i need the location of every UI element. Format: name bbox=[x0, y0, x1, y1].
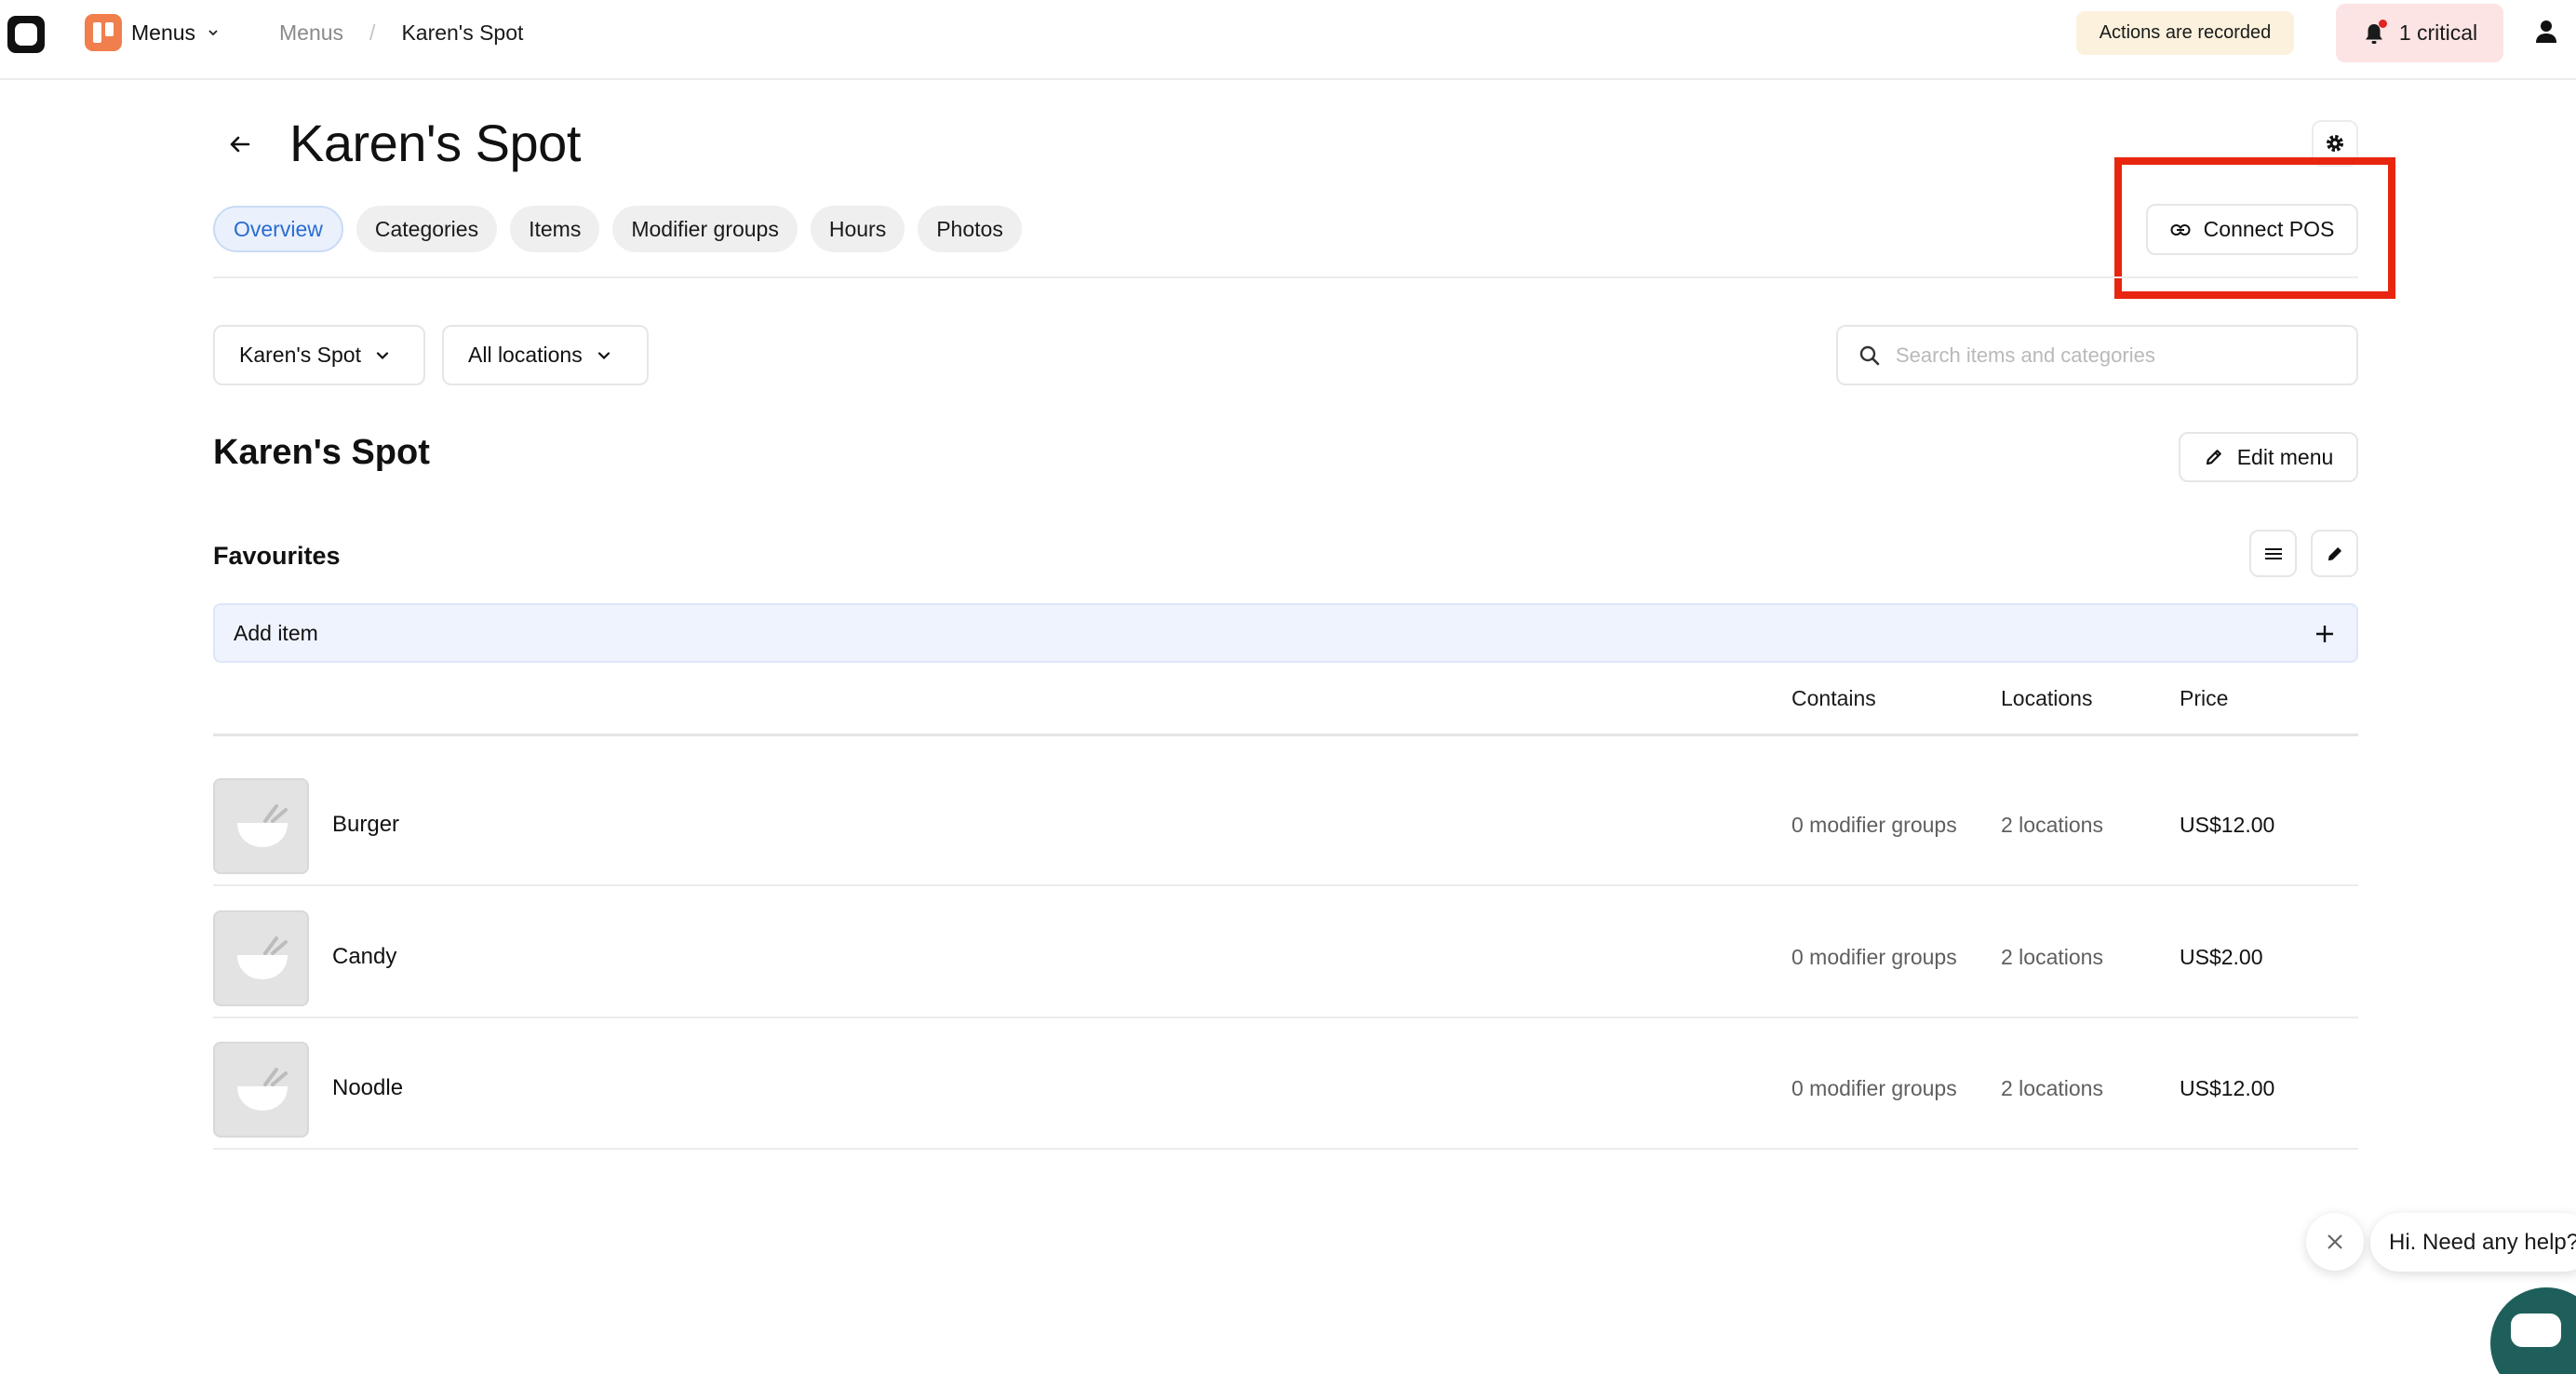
connect-pos-label: Connect POS bbox=[2203, 217, 2335, 241]
tab-hours[interactable]: Hours bbox=[810, 206, 906, 252]
search-box[interactable] bbox=[1836, 325, 2358, 385]
chat-close-button[interactable] bbox=[2306, 1213, 2364, 1271]
critical-alerts-button[interactable]: 1 critical bbox=[2336, 4, 2503, 62]
app-switcher[interactable]: Menus bbox=[131, 15, 220, 50]
column-header-locations: Locations bbox=[2001, 686, 2093, 710]
breadcrumb-menus-link[interactable]: Menus bbox=[279, 20, 343, 46]
bowl-placeholder-icon bbox=[237, 1068, 288, 1111]
item-price: US$12.00 bbox=[2180, 813, 2275, 837]
location-select[interactable]: Karen's Spot bbox=[213, 325, 425, 385]
column-header-price: Price bbox=[2180, 686, 2229, 710]
app-switcher-label: Menus bbox=[131, 20, 196, 45]
item-contains: 0 modifier groups bbox=[1791, 1076, 1957, 1100]
chat-greeting[interactable]: Hi. Need any help? bbox=[2370, 1213, 2576, 1272]
item-price: US$2.00 bbox=[2180, 945, 2263, 969]
critical-alerts-label: 1 critical bbox=[2398, 20, 2478, 45]
item-thumbnail bbox=[213, 778, 309, 874]
actions-recorded-badge: Actions are recorded bbox=[2076, 11, 2294, 55]
alert-dot bbox=[2378, 19, 2387, 28]
item-locations: 2 locations bbox=[2001, 1076, 2103, 1100]
list-icon bbox=[2264, 547, 2282, 559]
item-contains: 0 modifier groups bbox=[1791, 945, 1957, 969]
menu-title: Karen's Spot bbox=[213, 433, 430, 472]
item-contains: 0 modifier groups bbox=[1791, 813, 1957, 837]
user-icon[interactable] bbox=[2531, 17, 2561, 47]
arrow-left-icon bbox=[230, 136, 250, 153]
search-icon bbox=[1859, 345, 1880, 365]
gear-icon bbox=[2327, 135, 2343, 152]
item-name: Noodle bbox=[332, 1075, 404, 1100]
table-row[interactable]: Noodle 0 modifier groups 2 locations US$… bbox=[213, 1017, 2358, 1150]
settings-button[interactable] bbox=[2312, 120, 2358, 167]
link-icon bbox=[2170, 223, 2191, 236]
back-button[interactable] bbox=[221, 126, 259, 163]
category-title: Favourites bbox=[213, 542, 341, 570]
menus-app-icon[interactable] bbox=[85, 14, 122, 51]
chat-icon bbox=[2511, 1313, 2561, 1347]
tab-items[interactable]: Items bbox=[510, 206, 600, 252]
item-thumbnail bbox=[213, 910, 309, 1006]
breadcrumb-current: Karen's Spot bbox=[401, 20, 524, 45]
breadcrumb: Menus / Karen's Spot bbox=[279, 15, 523, 50]
pencil-icon bbox=[2206, 450, 2221, 465]
connect-pos-button[interactable]: Connect POS bbox=[2146, 204, 2358, 255]
reorder-button[interactable] bbox=[2249, 530, 2297, 577]
chevron-down-icon bbox=[376, 351, 389, 359]
item-thumbnail bbox=[213, 1042, 309, 1138]
tab-photos[interactable]: Photos bbox=[918, 206, 1022, 252]
tab-modifier-groups[interactable]: Modifier groups bbox=[612, 206, 798, 252]
bell-icon bbox=[2362, 19, 2387, 46]
page-title: Karen's Spot bbox=[289, 114, 581, 172]
item-name: Candy bbox=[332, 944, 397, 969]
item-name: Burger bbox=[332, 812, 400, 837]
table-row[interactable]: Candy 0 modifier groups 2 locations US$2… bbox=[213, 886, 2358, 1018]
bowl-placeholder-icon bbox=[237, 936, 288, 979]
edit-menu-label: Edit menu bbox=[2236, 444, 2334, 469]
search-input[interactable] bbox=[1896, 343, 2342, 368]
locations-filter-select[interactable]: All locations bbox=[442, 325, 649, 385]
top-bar: Menus Menus / Karen's Spot Actions are r… bbox=[0, 0, 2576, 80]
item-locations: 2 locations bbox=[2001, 945, 2103, 969]
tab-categories[interactable]: Categories bbox=[356, 206, 498, 252]
location-select-value: Karen's Spot bbox=[239, 343, 361, 367]
close-icon bbox=[2328, 1234, 2342, 1249]
tab-overview[interactable]: Overview bbox=[213, 206, 343, 252]
divider bbox=[213, 734, 2358, 736]
locations-filter-value: All locations bbox=[468, 343, 583, 367]
edit-category-button[interactable] bbox=[2311, 530, 2358, 577]
add-item-button[interactable]: Add item bbox=[213, 603, 2358, 663]
item-locations: 2 locations bbox=[2001, 813, 2103, 837]
chevron-down-icon bbox=[208, 30, 218, 36]
add-item-label: Add item bbox=[234, 620, 318, 645]
chat-launcher-button[interactable] bbox=[2490, 1287, 2576, 1374]
chevron-down-icon bbox=[597, 351, 610, 359]
divider bbox=[213, 276, 2358, 278]
column-header-contains: Contains bbox=[1791, 686, 1876, 710]
pencil-icon bbox=[2328, 546, 2341, 560]
app-logo-icon[interactable] bbox=[7, 16, 45, 53]
item-price: US$12.00 bbox=[2180, 1076, 2275, 1100]
menu-tabs: Overview Categories Items Modifier group… bbox=[213, 206, 1022, 252]
plus-icon bbox=[2316, 626, 2333, 642]
breadcrumb-separator: / bbox=[369, 20, 376, 45]
bowl-placeholder-icon bbox=[237, 804, 288, 847]
edit-menu-button[interactable]: Edit menu bbox=[2179, 432, 2358, 482]
table-row[interactable]: Burger 0 modifier groups 2 locations US$… bbox=[213, 754, 2358, 886]
